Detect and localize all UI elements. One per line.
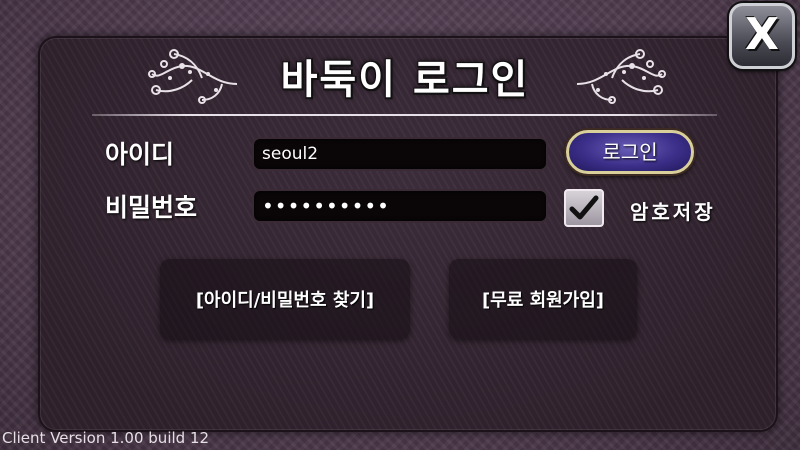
id-input[interactable] [252,137,548,171]
password-label: 비밀번호 [105,193,198,222]
right-ornament-icon [576,49,666,104]
id-label: 아이디 [105,140,175,169]
password-input[interactable] [252,189,548,223]
left-ornament-icon [148,49,238,104]
login-button[interactable]: 로그인 [566,130,694,174]
save-password-label: 암호저장 [630,200,716,224]
find-account-button[interactable]: [아이디/비밀번호 찾기] [160,259,410,339]
version-text: Client Version 1.00 build 12 [2,429,210,447]
title-divider [92,114,717,116]
checkmark-icon [569,195,599,220]
signup-button[interactable]: [무료 회원가입] [449,259,637,339]
close-button[interactable]: X [729,3,795,69]
save-password-checkbox[interactable] [564,189,604,227]
dialog-title: 바둑이 로그인 [280,57,530,103]
